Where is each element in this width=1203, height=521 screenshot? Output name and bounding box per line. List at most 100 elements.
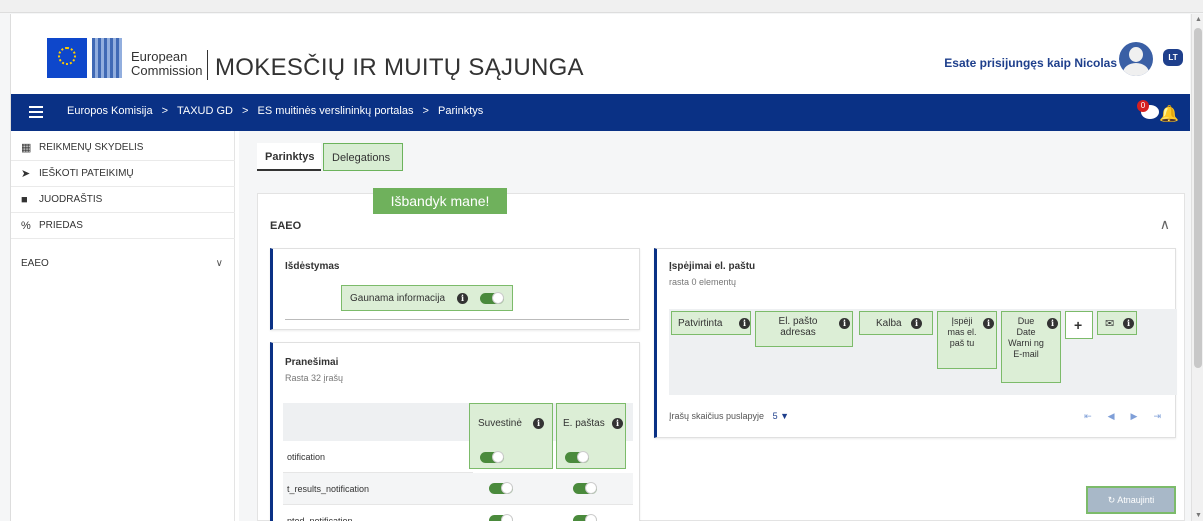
page-size-selector[interactable]: Įrašų skaičius puslapyje 5 ▼ [669,411,789,421]
pagination: ⇤◀▶⇥ [1084,411,1161,422]
building-icon [92,38,122,78]
chevron-down-icon: ∨ [215,258,223,269]
tab-options[interactable]: Parinktys [257,143,321,171]
column-header-email: E. paštas [563,418,605,429]
sidebar-item-label: JUODRAŠTIS [39,194,103,205]
eu-flag-icon [47,38,87,78]
ec-name-line2: Commission [131,63,203,78]
column-email-icon[interactable]: ✉ i [1097,311,1137,335]
next-page-icon[interactable]: ▶ [1131,411,1154,421]
info-icon[interactable]: i [533,418,544,429]
site-title: MOKESČIŲ IR MUITŲ SĄJUNGA [215,54,584,81]
table-row: t_results_notification [283,473,633,505]
row-label: otification [287,452,326,462]
info-icon[interactable]: i [457,293,468,304]
last-page-icon[interactable]: ⇥ [1153,411,1161,421]
chevron-up-icon[interactable]: ∧ [1160,216,1170,233]
breadcrumb-item[interactable]: Europos Komisija [67,105,153,117]
info-icon[interactable]: i [983,318,994,329]
info-icon[interactable]: i [839,318,850,329]
email-toggle[interactable] [573,514,597,521]
sidebar-item-label: PRIEDAS [39,220,83,231]
column-label: El. pašto adresas [778,316,818,338]
plus-icon: + [1074,317,1083,333]
email-column: E. paštas i [556,403,626,469]
column-confirmed[interactable]: Patvirtinta i [671,311,751,335]
breadcrumb-separator: > [422,105,429,117]
sidebar-item-search[interactable]: ➤ IEŠKOTI PATEIKIMŲ [11,161,235,187]
sidebar-item-dashboard[interactable]: ▦ REIKMENŲ SKYDELIS [11,135,235,161]
notifications-count: Rasta 32 įrašų [285,373,344,383]
add-button[interactable]: + [1065,311,1093,339]
sidebar-item-label: IEŠKOTI PATEIKIMŲ [39,168,134,179]
refresh-label: Atnaujinti [1117,495,1155,505]
email-toggle[interactable] [573,482,597,494]
layout-card-title: Išdėstymas [285,261,340,272]
row-label: pted_notification [287,516,353,521]
summary-toggle[interactable] [489,514,513,521]
column-header-summary: Suvestinė [478,418,522,429]
try-me-tooltip: Išbandyk mane! [373,188,507,214]
notification-badge: 0 [1137,100,1149,112]
language-button[interactable]: LT [1163,49,1183,66]
info-icon[interactable]: i [911,318,922,329]
breadcrumb-item[interactable]: ES muitinės verslininkų portalas [258,105,414,117]
column-email-alert[interactable]: Įspėji mas el. paš tu i [937,311,997,369]
refresh-button[interactable]: ↻ Atnaujinti [1086,486,1176,514]
table-row: otification [283,441,473,473]
site-header: European Commission MOKESČIŲ IR MUITŲ SĄ… [11,14,1190,94]
tab-delegations[interactable]: Delegations [323,143,403,171]
info-icon[interactable]: i [1123,318,1134,329]
column-label: Patvirtinta [678,318,723,329]
column-due-date-warning[interactable]: Due Date Warni ng E-mail i [1001,311,1061,383]
email-alerts-card: Įspėjimai el. paštu rasta 0 elementų Pat… [654,248,1177,438]
email-alerts-title: Įspėjimai el. paštu [669,261,756,272]
sidebar-item-drafts[interactable]: ■ JUODRAŠTIS [11,187,235,213]
email-alerts-count: rasta 0 elementų [669,277,737,287]
page-size-label: Įrašų skaičius puslapyje [669,411,765,421]
ec-logo[interactable] [47,38,123,84]
page: European Commission MOKESČIŲ IR MUITŲ SĄ… [10,14,1190,521]
eaeo-panel: EAEO ∧ Išdėstymas Gaunama informacija i … [257,193,1185,521]
breadcrumb-item[interactable]: Parinktys [438,105,483,117]
info-icon[interactable]: i [1047,318,1058,329]
sidebar-item-label: REIKMENŲ SKYDELIS [39,142,144,153]
notifications-card: Pranešimai Rasta 32 įrašų Suvestinė i E.… [270,342,640,521]
email-toggle[interactable] [565,451,589,463]
breadcrumb-separator: > [161,105,169,117]
breadcrumb-item[interactable]: TAXUD GD [177,105,233,117]
refresh-icon: ↻ [1107,495,1116,505]
incoming-info-toggle[interactable] [480,292,504,304]
caret-down-icon[interactable]: ▼ [780,411,789,421]
panel-title: EAEO [270,220,302,232]
paperclip-icon: % [21,220,31,232]
browser-frame: European Commission MOKESČIŲ IR MUITŲ SĄ… [0,0,1203,521]
info-icon[interactable]: i [739,318,750,329]
first-page-icon[interactable]: ⇤ [1084,411,1108,421]
login-status[interactable]: Esate prisijungęs kaip Nicolas [944,56,1117,70]
row-label: t_results_notification [287,484,370,494]
ec-name: European Commission [131,50,203,78]
scroll-down-icon[interactable]: ▼ [1195,512,1202,519]
column-label: Įspėji mas el. paš tu [947,316,977,348]
page-size-value[interactable]: 5 [773,411,778,421]
menu-icon[interactable] [29,106,43,118]
send-icon: ➤ [21,168,31,180]
sidebar-item-attachment[interactable]: % PRIEDAS [11,213,235,239]
summary-toggle[interactable] [480,451,504,463]
column-language[interactable]: Kalba i [859,311,933,335]
scrollbar[interactable]: ▲ ▼ [1191,14,1203,521]
sidebar-item-eaeo[interactable]: EAEO ∨ [11,251,235,277]
table-row: pted_notification [283,505,633,521]
envelope-icon: ✉ [1105,318,1115,330]
scrollbar-thumb[interactable] [1194,28,1202,368]
summary-toggle[interactable] [489,482,513,494]
incoming-info-label: Gaunama informacija [350,293,446,304]
avatar[interactable] [1119,42,1153,76]
notifications-card-title: Pranešimai [285,357,339,368]
bell-icon[interactable]: 🔔 [1159,104,1179,124]
column-email-address[interactable]: El. pašto adresas i [755,311,853,347]
info-icon[interactable]: i [612,418,623,429]
prev-page-icon[interactable]: ◀ [1108,411,1131,421]
scroll-up-icon[interactable]: ▲ [1195,16,1202,23]
